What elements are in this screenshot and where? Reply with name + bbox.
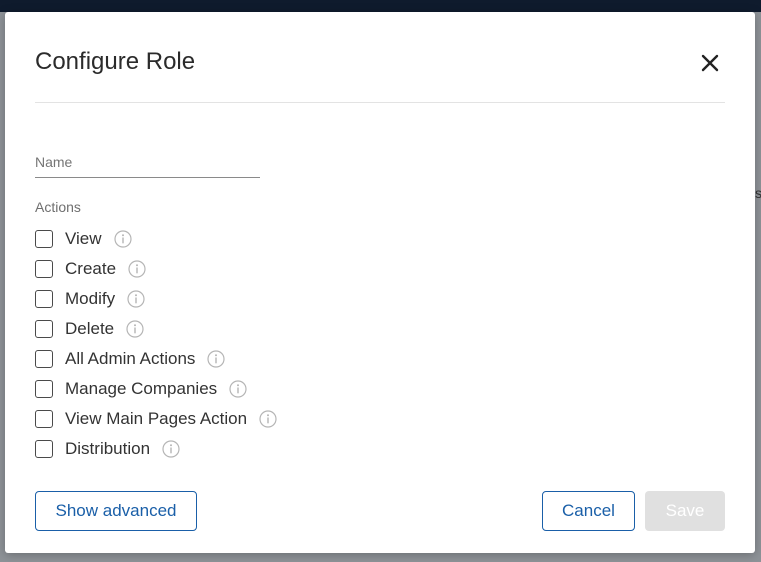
save-button[interactable]: Save bbox=[645, 491, 725, 531]
info-icon[interactable] bbox=[113, 230, 132, 248]
action-row-view-main-pages-action[interactable]: View Main Pages Action bbox=[35, 404, 277, 434]
info-icon[interactable] bbox=[207, 350, 226, 368]
name-input[interactable] bbox=[35, 150, 260, 174]
action-label: Manage Companies bbox=[65, 379, 218, 398]
action-row-create[interactable]: Create bbox=[35, 254, 277, 284]
action-label: Distribution bbox=[65, 439, 151, 458]
view-checkbox[interactable] bbox=[35, 230, 53, 248]
name-field[interactable] bbox=[35, 150, 260, 178]
cancel-button[interactable]: Cancel bbox=[542, 491, 635, 531]
action-row-distribution[interactable]: Distribution bbox=[35, 434, 277, 464]
dialog-title: Configure Role bbox=[35, 48, 196, 75]
info-icon[interactable] bbox=[126, 320, 144, 338]
action-label: Create bbox=[65, 259, 117, 278]
info-icon[interactable] bbox=[229, 380, 247, 398]
close-icon bbox=[701, 54, 719, 72]
action-label: View bbox=[65, 229, 102, 248]
info-icon[interactable] bbox=[127, 290, 145, 308]
dialog-header: Configure Role bbox=[35, 12, 725, 103]
close-button[interactable] bbox=[699, 52, 721, 74]
app-top-bar bbox=[0, 0, 761, 12]
info-icon[interactable] bbox=[128, 260, 146, 278]
distribution-checkbox[interactable] bbox=[35, 440, 53, 458]
actions-label: Actions bbox=[35, 199, 81, 215]
action-label: All Admin Actions bbox=[65, 349, 196, 368]
all-admin-actions-checkbox[interactable] bbox=[35, 350, 53, 368]
configure-role-dialog: Configure Role Actions View Create bbox=[5, 12, 755, 553]
modify-checkbox[interactable] bbox=[35, 290, 53, 308]
actions-list: View Create Modify Delete All Admin Acti… bbox=[35, 224, 277, 464]
manage-companies-checkbox[interactable] bbox=[35, 380, 53, 398]
background-text-fragment: s bbox=[755, 185, 761, 201]
action-label: Delete bbox=[65, 319, 115, 338]
action-row-view[interactable]: View bbox=[35, 224, 277, 254]
action-row-manage-companies[interactable]: Manage Companies bbox=[35, 374, 277, 404]
action-row-modify[interactable]: Modify bbox=[35, 284, 277, 314]
create-checkbox[interactable] bbox=[35, 260, 53, 278]
delete-checkbox[interactable] bbox=[35, 320, 53, 338]
action-row-delete[interactable]: Delete bbox=[35, 314, 277, 344]
action-label: Modify bbox=[65, 289, 116, 308]
action-label: View Main Pages Action bbox=[65, 409, 248, 428]
show-advanced-button[interactable]: Show advanced bbox=[35, 491, 197, 531]
info-icon[interactable] bbox=[162, 440, 180, 458]
action-row-all-admin-actions[interactable]: All Admin Actions bbox=[35, 344, 277, 374]
info-icon[interactable] bbox=[259, 410, 277, 428]
view-main-pages-action-checkbox[interactable] bbox=[35, 410, 53, 428]
